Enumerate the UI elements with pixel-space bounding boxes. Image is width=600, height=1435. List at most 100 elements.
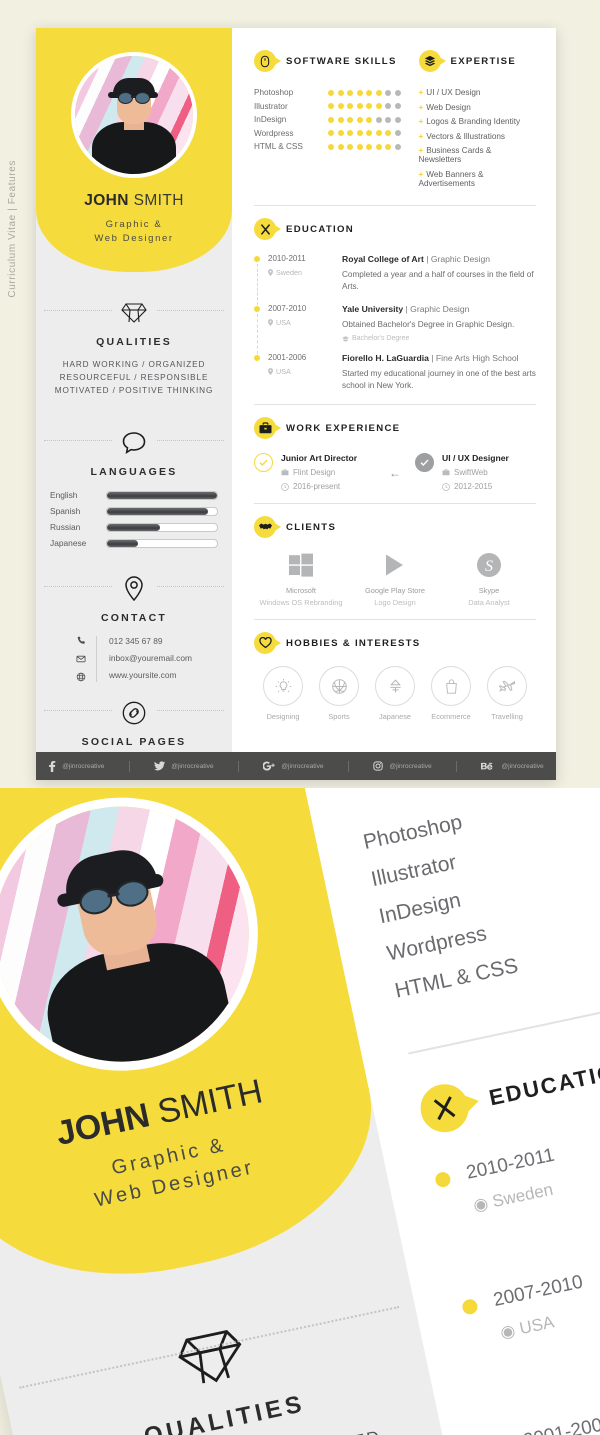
- education-item: 2007-2010 USA Yale University | Graphic …: [254, 304, 536, 354]
- hobbies-section: HOBBIES & INTERESTS Designing Sports Jap…: [254, 632, 536, 721]
- work-experience-title: WORK EXPERIENCE: [286, 422, 401, 434]
- work-experience-section: WORK EXPERIENCE Junior Art Director Flin…: [254, 417, 536, 491]
- language-progress-track: [106, 490, 218, 500]
- profile-first-name: JOHN: [84, 192, 129, 209]
- divider: [254, 205, 536, 206]
- education-item: 2010-2011 Sweden Royal College of Art | …: [254, 254, 536, 305]
- contact-section: CONTACT 012 345 67 89 inbox@youremail.co…: [36, 572, 232, 682]
- clients-title: CLIENTS: [286, 521, 337, 533]
- profile-role: Graphic & Web Designer: [94, 219, 174, 244]
- compass-pencil-icon: [254, 218, 276, 240]
- education-section: EDUCATION 2010-2011 Sweden Royal College…: [254, 218, 536, 392]
- social-pages-section: SOCIAL PAGES: [36, 696, 232, 748]
- social-item-behance[interactable]: @jinrocreative: [481, 762, 544, 771]
- briefcase-icon: [254, 417, 276, 439]
- skill-dots: [328, 130, 401, 136]
- avatar-person: [75, 78, 193, 174]
- social-item-instagram[interactable]: @jinrocreative: [373, 761, 432, 771]
- basketball-icon: [319, 666, 359, 706]
- language-row: English: [50, 490, 218, 500]
- timeline-dot: [254, 256, 260, 262]
- software-skills-title: SOFTWARE SKILLS: [286, 55, 397, 67]
- zoomed-qualities-section: QUALITIES HARD WORKING / ORGANIZED RESOU…: [0, 1275, 455, 1435]
- language-row: Spanish: [50, 506, 218, 516]
- expertise-item: + Vectors & Illustrations: [418, 131, 506, 141]
- languages-section: LANGUAGES English Spanish Russian Japane…: [36, 426, 232, 554]
- mouse-icon: [342, 788, 400, 791]
- language-progress-fill: [107, 507, 209, 515]
- side-caption: Curriculum Vitae | Features: [7, 160, 18, 298]
- language-progress-fill: [107, 491, 217, 499]
- expertise-list: + UI / UX Design + Web Design + Logos & Bra…: [419, 88, 537, 188]
- zoomed-resume-card: JOHN SMITH Graphic & Web Designer QUALIT…: [0, 788, 600, 1435]
- expertise-title: EXPERTISE: [450, 55, 517, 67]
- zoomed-preview: JOHN SMITH Graphic & Web Designer QUALIT…: [0, 788, 600, 1435]
- social-item-facebook[interactable]: @jinrocreative: [48, 760, 104, 772]
- divider: [347, 760, 349, 772]
- google-play-icon: [350, 550, 440, 580]
- qualities-text: HARD WORKING / ORGANIZED RESOURCEFUL / R…: [54, 360, 214, 395]
- social-item-twitter[interactable]: @jinrocreative: [154, 761, 214, 771]
- contact-details: 012 345 67 89 inbox@youremail.com www.yo…: [36, 636, 232, 682]
- skill-row: Photoshop: [254, 88, 401, 97]
- heart-icon: [254, 632, 276, 654]
- compass-pencil-icon: [416, 1079, 474, 1137]
- zoomed-skills-list: Photoshop Illustrator InDesign Wordpress…: [361, 810, 521, 1003]
- social-pages-title: SOCIAL PAGES: [81, 736, 187, 748]
- hobby-item: Japanese: [368, 666, 422, 721]
- resume-preview-page: Curriculum Vitae | Features JOHN SMITH G…: [0, 0, 600, 1435]
- map-pin-icon: [112, 572, 156, 606]
- avatar: [71, 52, 197, 178]
- hobby-item: Travelling: [480, 666, 534, 721]
- hobbies-list: Designing Sports Japanese Ecommerce Trav…: [254, 666, 536, 721]
- check-icon: [415, 453, 434, 472]
- speech-bubble-icon: [112, 426, 156, 460]
- airplane-icon: [487, 666, 527, 706]
- contact-title: CONTACT: [101, 612, 167, 624]
- expertise-item: + Web Design: [418, 102, 471, 112]
- link-icon: [112, 696, 156, 730]
- svg-text:S: S: [485, 558, 493, 575]
- kanji-icon: [375, 666, 415, 706]
- timeline-dot: [461, 1297, 479, 1316]
- divider: [254, 404, 536, 405]
- timeline-dot: [254, 306, 260, 312]
- hobbies-title: HOBBIES & INTERESTS: [286, 637, 421, 649]
- skill-dots: [328, 89, 401, 96]
- main-content: SOFTWARE SKILLS Photoshop Illustrator In…: [232, 28, 556, 780]
- work-item: UI / UX Designer SwiftWeb 2012-2015: [415, 453, 536, 491]
- layers-icon: [418, 50, 441, 72]
- work-period: 2016-present: [281, 482, 357, 491]
- qualities-section: QUALITIES HARD WORKING / ORGANIZED RESOU…: [36, 296, 232, 397]
- expertise-item: + Business Cards & Newsletters: [418, 146, 492, 164]
- contact-website[interactable]: www.yoursite.com: [109, 670, 192, 680]
- shopping-bag-icon: [431, 666, 471, 706]
- skill-dots: [328, 143, 401, 150]
- divider: [456, 760, 458, 772]
- hobby-item: Designing: [256, 666, 310, 721]
- work-company: Flint Design: [281, 468, 357, 477]
- client-item: Google Play Store Logo Design: [350, 550, 440, 607]
- client-item: S Skype Data Analyst: [444, 550, 534, 607]
- education-location: USA: [268, 367, 342, 376]
- hobby-item: Ecommerce: [424, 666, 478, 721]
- languages-title: LANGUAGES: [90, 466, 178, 478]
- social-item-googleplus[interactable]: @jinrocreative: [263, 761, 324, 771]
- timeline-arrow-icon: ←: [389, 466, 401, 480]
- language-row: Russian: [50, 522, 218, 532]
- work-period: 2012-2015: [442, 482, 509, 491]
- education-list: 2010-2011 Sweden Royal College of Art | …: [254, 254, 536, 392]
- contact-phone[interactable]: 012 345 67 89: [109, 636, 192, 646]
- education-location: USA: [268, 318, 342, 327]
- clients-section: CLIENTS Microsoft Windows OS Rebranding …: [254, 516, 536, 607]
- lightbulb-icon: [263, 666, 303, 706]
- timeline-line: [256, 314, 259, 354]
- skill-dots: [328, 103, 401, 109]
- divider: [128, 760, 130, 772]
- contact-email[interactable]: inbox@youremail.com: [109, 653, 192, 663]
- timeline-line: [256, 264, 259, 305]
- resume-card: JOHN SMITH Graphic & Web Designer QUALIT…: [36, 28, 556, 780]
- skype-icon: S: [444, 550, 534, 580]
- phone-icon: [76, 636, 86, 646]
- timeline-dot: [434, 1170, 452, 1189]
